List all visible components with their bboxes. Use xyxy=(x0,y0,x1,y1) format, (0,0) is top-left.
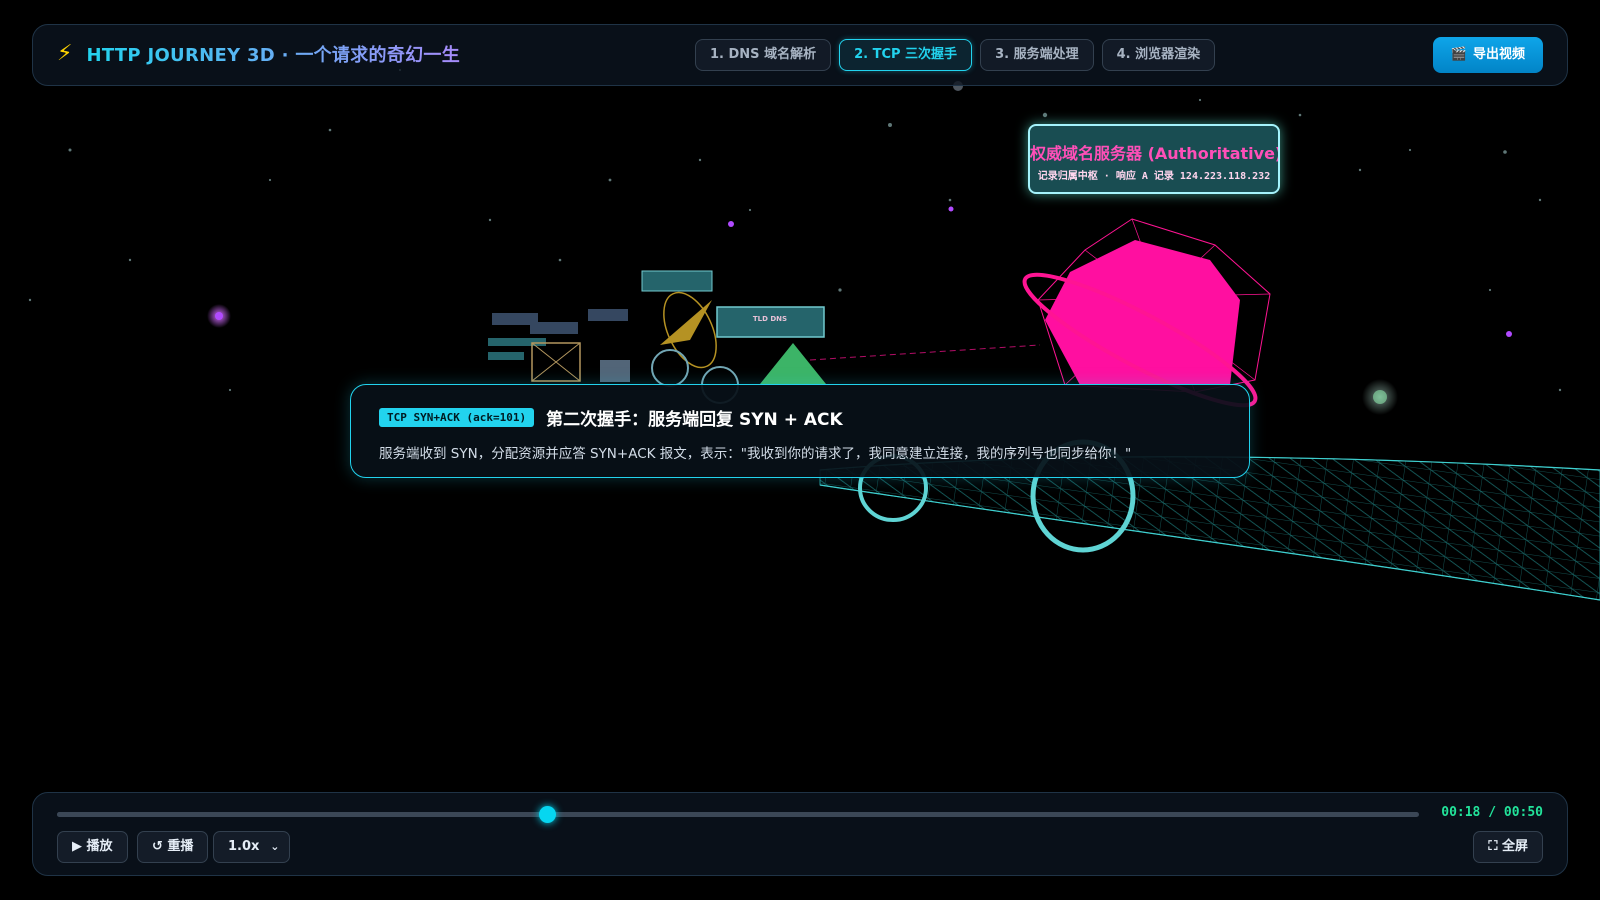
replay-button[interactable]: ↺ 重播 xyxy=(137,831,209,863)
step-title: 第二次握手：服务端回复 SYN + ACK xyxy=(546,410,843,430)
tab-render[interactable]: 4. 浏览器渲染 xyxy=(1101,39,1216,71)
play-button[interactable]: ▶ 播放 xyxy=(57,831,128,863)
progress-fill xyxy=(57,812,548,817)
packet-badge: TCP SYN+ACK (ack=101) xyxy=(379,408,535,427)
app-brand: ⚡ HTTP JOURNEY 3D · 一个请求的奇幻一生 xyxy=(57,41,460,67)
progress-track[interactable] xyxy=(57,806,1419,823)
lightning-bolt-icon: ⚡ xyxy=(57,41,73,66)
app-title: HTTP JOURNEY 3D · 一个请求的奇幻一生 xyxy=(86,41,460,67)
tab-server[interactable]: 3. 服务端处理 xyxy=(980,39,1094,71)
tab-tcp[interactable]: 2. TCP 三次握手 xyxy=(839,39,973,71)
svg-text:TLD DNS: TLD DNS xyxy=(753,315,787,323)
server-label-title: 权威域名服务器 (Authoritative) xyxy=(1030,144,1280,163)
stage-tabs: 1. DNS 域名解析 2. TCP 三次握手 3. 服务端处理 4. 浏览器渲… xyxy=(695,39,1216,71)
time-readout: 00:18 / 00:50 xyxy=(1441,805,1543,820)
chevron-down-icon: ⌄ xyxy=(270,840,280,853)
export-video-label: 导出视频 xyxy=(1472,47,1525,62)
player-controls: 00:18 / 00:50 ▶ 播放 ↺ 重播 1.0x ⌄ ⛶ 全屏 xyxy=(32,792,1568,876)
speed-select[interactable]: 1.0x ⌄ xyxy=(213,831,291,863)
clapperboard-icon: 🎬 xyxy=(1450,47,1467,62)
starfield xyxy=(28,68,1562,392)
top-navigation-bar: ⚡ HTTP JOURNEY 3D · 一个请求的奇幻一生 1. DNS 域名解… xyxy=(32,24,1568,86)
progress-thumb[interactable] xyxy=(539,806,557,823)
server-label-subtitle: 记录归属中枢 · 响应 A 记录 124.223.118.232 xyxy=(1037,171,1271,182)
tab-dns[interactable]: 1. DNS 域名解析 xyxy=(695,39,832,71)
fullscreen-button[interactable]: ⛶ 全屏 xyxy=(1473,831,1543,863)
export-video-button[interactable]: 🎬 导出视频 xyxy=(1432,37,1543,73)
step-info-card: TCP SYN+ACK (ack=101) 第二次握手：服务端回复 SYN + … xyxy=(350,384,1250,478)
speed-value: 1.0x xyxy=(228,839,260,854)
authoritative-server-label: 权威域名服务器 (Authoritative) 记录归属中枢 · 响应 A 记录… xyxy=(1028,124,1280,194)
step-description: 服务端收到 SYN，分配资源并应答 SYN+ACK 报文，表示："我收到你的请求… xyxy=(379,446,1132,462)
